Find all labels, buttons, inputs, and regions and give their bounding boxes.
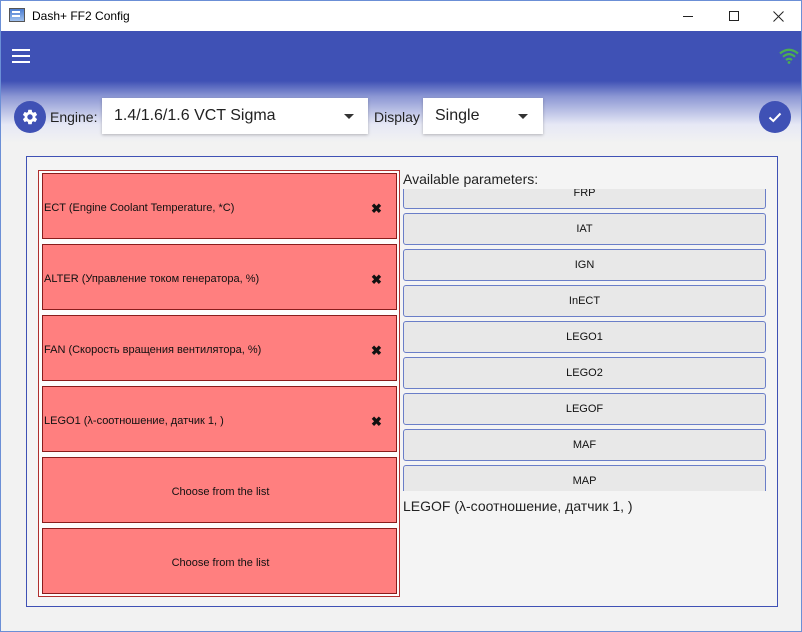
window-title: Dash+ FF2 Config [32, 9, 130, 23]
apply-button[interactable] [759, 101, 791, 133]
slot-3[interactable]: FAN (Скорость вращения вентилятора, %) ✖ [42, 315, 397, 381]
gear-icon [22, 109, 38, 125]
available-parameters-list[interactable]: FRP IAT IGN InECT LEGO1 LEGO2 LEGOF MAF … [403, 189, 767, 491]
slot-1[interactable]: ECT (Engine Coolant Temperature, *C) ✖ [42, 173, 397, 239]
display-select-value: Single [435, 107, 480, 124]
parameter-button[interactable]: LEGOF [403, 393, 766, 425]
engine-select[interactable]: 1.4/1.6/1.6 VCT Sigma [102, 98, 368, 134]
maximize-icon [729, 11, 739, 21]
close-icon [772, 10, 784, 22]
engine-settings-button[interactable] [14, 101, 46, 133]
parameter-button[interactable]: IGN [403, 249, 766, 281]
slot-6[interactable]: Choose from the list [42, 528, 397, 594]
title-bar: Dash+ FF2 Config [1, 1, 801, 31]
slot-label: FAN (Скорость вращения вентилятора, %) [44, 344, 262, 356]
minimize-icon [683, 15, 693, 17]
chevron-down-icon [344, 114, 354, 119]
wifi-icon [779, 48, 799, 64]
parameter-button[interactable]: FRP [403, 189, 766, 209]
slot-label: ECT (Engine Coolant Temperature, *C) [44, 202, 235, 214]
engine-label: Engine: [50, 109, 98, 125]
parameter-button[interactable]: InECT [403, 285, 766, 317]
parameter-button[interactable]: IAT [403, 213, 766, 245]
app-bar [1, 31, 801, 81]
available-parameters-title: Available parameters: [403, 171, 539, 187]
maximize-button[interactable] [711, 1, 757, 31]
parameter-button[interactable]: MAF [403, 429, 766, 461]
slot-label: ALTER (Управление током генератора, %) [44, 273, 260, 285]
slot-5[interactable]: Choose from the list [42, 457, 397, 523]
remove-icon[interactable]: ✖ [371, 272, 382, 288]
menu-icon[interactable] [12, 49, 30, 63]
minimize-button[interactable] [665, 1, 711, 31]
display-select[interactable]: Single [423, 98, 543, 134]
slot-label: LEGO1 (λ-соотношение, датчик 1, ) [44, 415, 224, 427]
app-icon [9, 8, 25, 22]
check-icon [768, 112, 782, 123]
remove-icon[interactable]: ✖ [371, 414, 382, 430]
chevron-down-icon [518, 114, 528, 119]
display-label: Display [374, 109, 420, 125]
display-slots: ECT (Engine Coolant Temperature, *C) ✖ A… [38, 170, 400, 597]
slot-2[interactable]: ALTER (Управление током генератора, %) ✖ [42, 244, 397, 310]
remove-icon[interactable]: ✖ [371, 201, 382, 217]
engine-select-value: 1.4/1.6/1.6 VCT Sigma [114, 107, 276, 124]
selected-parameter-description: LEGOF (λ-соотношение, датчик 1, ) [403, 498, 633, 514]
slot-placeholder: Choose from the list [171, 486, 270, 498]
parameter-button[interactable]: LEGO2 [403, 357, 766, 389]
close-button[interactable] [755, 1, 801, 31]
parameter-button[interactable]: MAP [403, 465, 766, 491]
remove-icon[interactable]: ✖ [371, 343, 382, 359]
app-window: Dash+ FF2 Config Engine: 1.4/1.6/1.6 VCT… [0, 0, 802, 632]
slot-4[interactable]: LEGO1 (λ-соотношение, датчик 1, ) ✖ [42, 386, 397, 452]
parameter-button[interactable]: LEGO1 [403, 321, 766, 353]
slot-placeholder: Choose from the list [171, 557, 270, 569]
